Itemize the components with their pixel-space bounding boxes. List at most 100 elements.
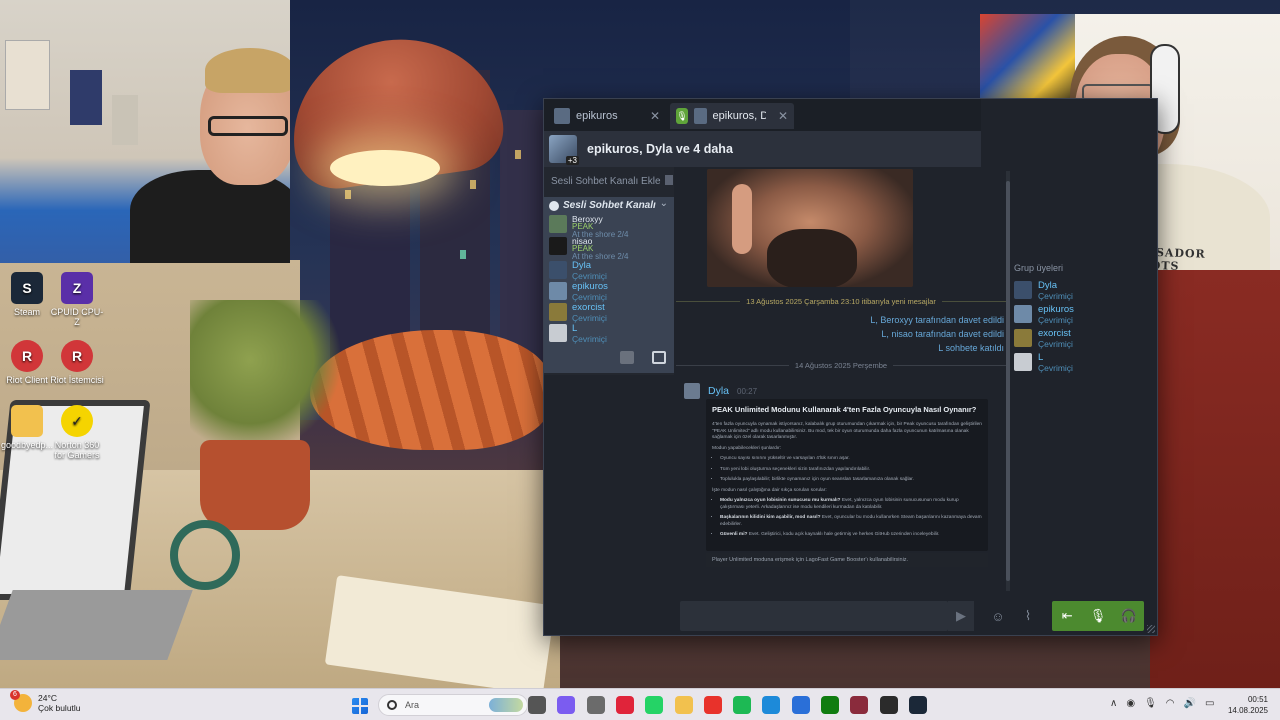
taskbar-search[interactable]: Ara [378, 694, 528, 716]
group-member[interactable]: Dyla Çevrimiçi [1014, 281, 1154, 301]
voice-channel[interactable]: Sesli Sohbet Kanalı ⌄ Beroxyy PEAK At th… [544, 197, 674, 373]
emoji-icon[interactable]: ☺ [988, 605, 1008, 627]
voice-member[interactable]: nisao PEAK At the shore 2/4 [549, 237, 669, 261]
desktop-icon-cpuz[interactable]: Z CPUID CPU-Z [50, 272, 104, 327]
anydesk-icon[interactable] [703, 696, 722, 714]
friend-item[interactable]: epikuros Çevrimiçi [549, 282, 669, 302]
webcam-left [0, 0, 290, 263]
send-button[interactable]: ▶ [948, 601, 974, 631]
avatar [1014, 305, 1032, 323]
desktop-icon-folder[interactable]: goodbyedp... [0, 405, 54, 450]
avatar [549, 282, 567, 300]
chat-messages: 13 Ağustos 2025 Çarşamba 23:10 itibarıyl… [676, 167, 1008, 597]
avatar [1014, 353, 1032, 371]
friend-item[interactable]: L Çevrimiçi [549, 324, 669, 344]
author-name[interactable]: Dyla [708, 385, 729, 397]
task-view-icon[interactable] [528, 696, 546, 714]
desktop-icon-riot-client[interactable]: R Riot Client [0, 340, 54, 385]
group-member[interactable]: exorcist Çevrimiçi [1014, 329, 1154, 349]
volume-icon[interactable]: 🔊 [1184, 698, 1196, 709]
system-message: L, nisao tarafından davet edildi [881, 329, 1004, 339]
chat-image-attachment[interactable] [707, 169, 913, 287]
riot-icon: R [11, 340, 43, 372]
leave-voice-icon[interactable]: ⇤ [1054, 608, 1080, 624]
desktop-icon-label: goodbyedp... [0, 440, 54, 450]
settings-icon[interactable] [586, 696, 605, 714]
leave-voice-icon[interactable] [652, 351, 666, 364]
steam-chat-window[interactable]: epikuros ✕ 🎙 epikuros, Dyla ✕ +3 epikuro… [543, 98, 1158, 636]
system-message: L sohbete katıldı [938, 343, 1004, 353]
start-button[interactable] [352, 698, 368, 714]
avatar[interactable] [684, 383, 700, 399]
voice-channel-header[interactable]: Sesli Sohbet Kanalı [549, 200, 656, 211]
avatar [549, 303, 567, 321]
norton-icon: ✓ [61, 405, 93, 437]
store-icon[interactable] [791, 696, 810, 714]
opera-icon[interactable] [615, 696, 634, 714]
close-icon[interactable]: ✕ [650, 109, 660, 123]
avatar [549, 237, 567, 255]
chat-scrollbar[interactable] [1006, 171, 1010, 591]
voice-member[interactable]: Beroxyy PEAK At the shore 2/4 [549, 215, 669, 239]
weather-widget[interactable]: 6 24°C Çok bulutlu [10, 690, 81, 713]
voice-channel-pane: Sesli Sohbet Kanalı Ekle Sesli Sohbet Ka… [544, 167, 674, 375]
group-member[interactable]: epikuros Çevrimiçi [1014, 305, 1154, 325]
whatsapp-icon[interactable] [645, 696, 664, 714]
date-divider: 14 Ağustos 2025 Perşembe [676, 359, 1006, 371]
tab-group-chat[interactable]: 🎙 epikuros, Dyla ✕ [670, 103, 794, 129]
desktop-icon-riot-istemcisi[interactable]: R Riot İstemcisi [50, 340, 104, 385]
microphone-icon[interactable]: 🎙 [1085, 608, 1111, 624]
clock[interactable]: 00:51 14.08.2025 [1222, 694, 1268, 716]
folder-icon [11, 405, 43, 437]
desktop-icon-label: Riot İstemcisi [50, 375, 104, 385]
calendar-icon[interactable] [620, 351, 634, 364]
microphone-icon[interactable]: 🎙 [1144, 698, 1157, 709]
obs-icon[interactable] [879, 696, 898, 714]
app-tray-icon[interactable]: ◉ [1126, 698, 1135, 709]
desktop-icon-steam[interactable]: S Steam [0, 272, 54, 317]
card-title: PEAK Unlimited Modunu Kullanarak 4'ten F… [712, 405, 977, 414]
friend-item[interactable]: Dyla Çevrimiçi [549, 261, 669, 281]
xbox-icon[interactable] [821, 696, 839, 714]
weather-desc: Çok bulutlu [38, 703, 81, 713]
voice-actions [620, 351, 666, 364]
friend-item[interactable]: exorcist Çevrimiçi [549, 303, 669, 323]
battery-icon[interactable]: ▭ [1205, 698, 1214, 709]
desktop-icon-label: Norton 360 for Gamers [54, 440, 100, 460]
steam-icon: S [11, 272, 43, 304]
message-card: PEAK Unlimited Modunu Kullanarak 4'ten F… [706, 399, 988, 551]
wallpaper-pot [200, 440, 310, 530]
tab-epikuros[interactable]: epikuros ✕ [548, 103, 666, 129]
steam-icon[interactable] [908, 696, 927, 714]
app-icon[interactable] [850, 696, 869, 714]
desktop-icon-norton[interactable]: ✓ Norton 360 for Gamers [50, 405, 104, 460]
group-member[interactable]: L Çevrimiçi [1014, 353, 1154, 373]
add-voice-channel-button[interactable]: Sesli Sohbet Kanalı Ekle [551, 175, 673, 187]
message-input[interactable] [680, 601, 948, 631]
group-members-title: Grup üyeleri [1014, 263, 1064, 273]
avatar [1014, 329, 1032, 347]
desktop-icon-label: Steam [13, 307, 40, 317]
avatar [549, 324, 567, 342]
wallpaper-plant [190, 300, 340, 450]
headphones-icon[interactable]: 🎧 [1116, 608, 1142, 624]
message-author: Dyla 00:27 [684, 383, 757, 399]
clock-time: 00:51 [1247, 695, 1268, 704]
file-explorer-icon[interactable] [674, 696, 693, 714]
chat-tab-bar: epikuros ✕ 🎙 epikuros, Dyla ✕ [544, 99, 981, 131]
chevron-down-icon[interactable]: ⌄ [660, 198, 668, 209]
attachment-icon[interactable]: ⌇ [1018, 605, 1038, 627]
close-icon[interactable]: ✕ [778, 109, 788, 123]
resize-handle[interactable] [1147, 625, 1155, 633]
webcam-poster [5, 40, 50, 110]
edge-icon[interactable] [762, 696, 781, 714]
chevron-up-icon[interactable]: ∧ [1110, 698, 1117, 709]
spotify-icon[interactable] [733, 696, 752, 714]
message-time: 00:27 [737, 386, 758, 396]
avatar [1014, 281, 1032, 299]
tab-label: epikuros, Dyla [712, 110, 766, 122]
copilot-icon[interactable] [557, 696, 576, 714]
wifi-icon[interactable]: ◠ [1166, 698, 1175, 709]
wallpaper-light [515, 150, 521, 159]
weather-temp: 24°C [38, 693, 57, 703]
